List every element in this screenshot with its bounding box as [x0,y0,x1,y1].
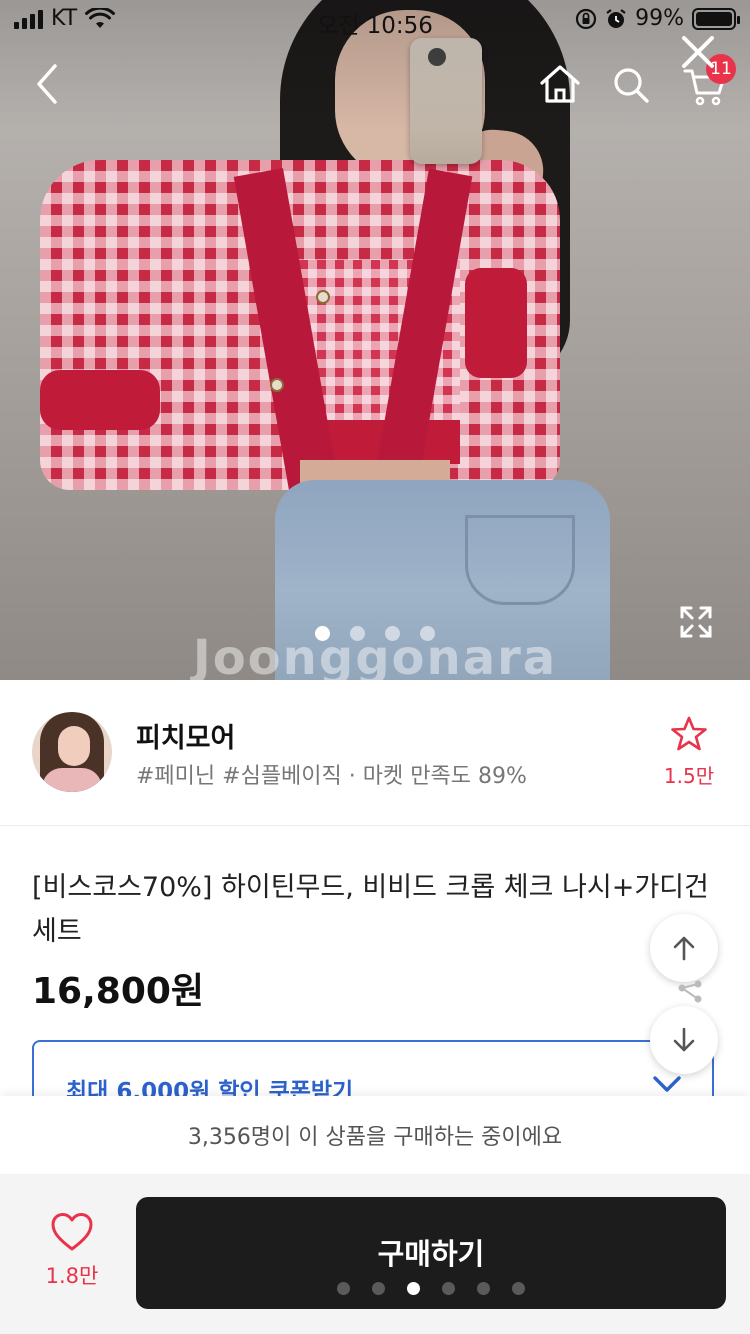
search-icon [614,68,649,103]
arrow-down-icon [673,1027,695,1052]
product-title: [비스코스70%] 하이틴무드, 비비드 크롭 체크 나시+가디건 세트 [32,872,709,947]
gallery-pager-dot[interactable] [350,626,365,641]
bottom-pager-dot [407,1282,420,1295]
scroll-top-button[interactable] [650,914,718,982]
back-button[interactable] [22,58,74,110]
battery-fill [696,11,732,26]
product-screen: Joonggonara KT 오전 10:56 99% 11 피치모어 #페미닌… [0,0,750,1334]
heart-icon [51,1213,93,1251]
share-icon[interactable] [676,980,704,1004]
bottom-pager-dot [512,1282,525,1295]
bottom-pager-dot [372,1282,385,1295]
close-button[interactable] [676,30,720,74]
bottom-pager-dot [337,1282,350,1295]
battery-percent: 99% [635,6,684,31]
gallery-pager-dot[interactable] [385,626,400,641]
gallery-pager[interactable] [0,626,750,641]
gallery-pager-dot[interactable] [315,626,330,641]
like-count: 1.8만 [45,1264,99,1288]
close-icon [682,36,714,68]
star-icon [671,716,707,751]
favorite-store-button[interactable]: 1.5만 [660,716,718,789]
chevron-down-icon [653,1076,681,1092]
photo-cuff-right [465,268,527,378]
like-button[interactable]: 1.8만 [40,1212,104,1290]
expand-button[interactable] [676,602,716,642]
seller-avatar[interactable] [32,712,112,792]
back-icon [37,64,57,104]
home-icon [540,65,580,103]
favorite-store-count: 1.5만 [663,764,715,788]
battery-icon [692,7,740,30]
status-right: 99% [575,6,740,31]
photo-jeans-pocket [465,515,575,605]
expand-icon [680,606,712,638]
seller-name[interactable]: 피치모어 [136,716,235,755]
status-bar: KT 오전 10:56 99% [0,0,750,40]
scroll-bottom-button[interactable] [650,1006,718,1074]
purchase-notice: 3,356명이 이 상품을 구매하는 중이에요 [0,1096,750,1174]
buy-button-label: 구매하기 [377,1237,485,1271]
seller-row[interactable] [0,680,750,826]
photo-button [316,290,330,304]
bottom-pager-dot [477,1282,490,1295]
product-price: 16,800원 [32,971,205,1012]
gallery-pager-dot[interactable] [420,626,435,641]
photo-button [270,378,284,392]
home-button[interactable] [534,60,586,108]
bottom-pager [136,1282,726,1295]
search-button[interactable] [608,62,654,108]
bottom-pager-dot [442,1282,455,1295]
rotation-lock-icon [575,8,597,29]
alarm-icon [606,8,626,28]
seller-tags: #페미닌 #심플베이직 · 마켓 만족도 89% [136,764,527,789]
arrow-up-icon [673,936,695,961]
photo-cuff-left [40,370,160,430]
